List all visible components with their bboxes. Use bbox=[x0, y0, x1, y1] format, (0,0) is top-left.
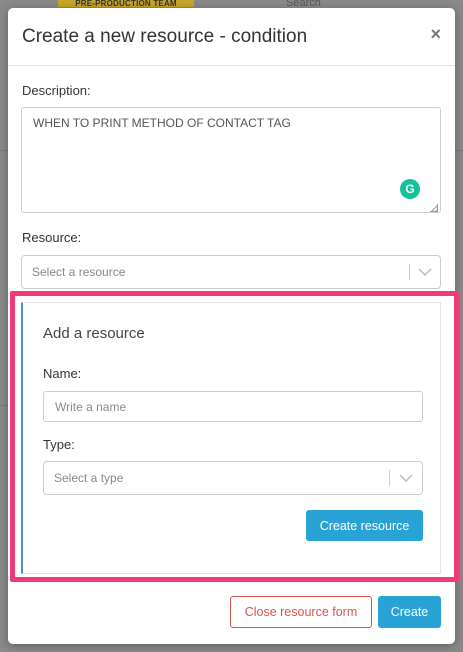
modal-title: Create a new resource - condition bbox=[22, 26, 308, 47]
create-resource-condition-modal: Create a new resource - condition × Desc… bbox=[8, 8, 455, 644]
background-team-badge: PRE-PRODUCTION TEAM bbox=[58, 0, 194, 7]
background-divider bbox=[455, 150, 463, 151]
resource-select[interactable]: Select a resource bbox=[21, 255, 441, 289]
name-input[interactable] bbox=[43, 391, 423, 422]
close-icon[interactable]: × bbox=[430, 24, 441, 45]
create-button[interactable]: Create bbox=[378, 596, 441, 628]
grammarly-icon[interactable]: G bbox=[400, 179, 420, 199]
name-label: Name: bbox=[43, 366, 82, 381]
select-separator bbox=[389, 470, 390, 486]
textarea-resize-handle[interactable] bbox=[430, 204, 438, 212]
type-select[interactable]: Select a type bbox=[43, 461, 423, 495]
select-separator bbox=[409, 264, 410, 280]
chevron-down-icon[interactable] bbox=[418, 268, 432, 276]
resource-select-placeholder: Select a resource bbox=[32, 265, 126, 279]
add-resource-panel: Add a resource Name: Type: Select a type… bbox=[21, 302, 441, 574]
background-search-field: Search bbox=[286, 0, 321, 7]
add-resource-title: Add a resource bbox=[43, 325, 145, 342]
type-label: Type: bbox=[43, 437, 75, 452]
type-select-placeholder: Select a type bbox=[54, 471, 124, 485]
create-resource-button[interactable]: Create resource bbox=[306, 510, 423, 541]
resource-label: Resource: bbox=[22, 230, 82, 245]
description-textarea[interactable]: WHEN TO PRINT METHOD OF CONTACT TAG bbox=[21, 107, 441, 213]
background-divider bbox=[0, 405, 8, 406]
close-resource-form-button[interactable]: Close resource form bbox=[230, 596, 372, 628]
description-label: Description: bbox=[22, 83, 91, 98]
modal-header: Create a new resource - condition × bbox=[8, 8, 455, 66]
background-divider bbox=[0, 150, 8, 151]
chevron-down-icon[interactable] bbox=[399, 474, 413, 482]
